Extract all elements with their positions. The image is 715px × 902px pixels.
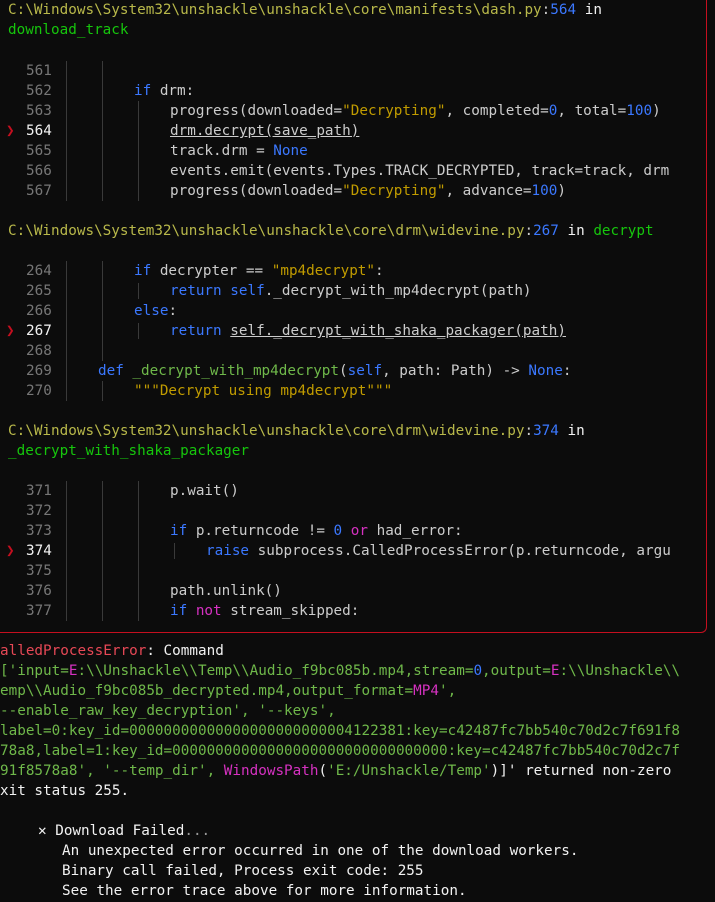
- line-number: 562: [26, 83, 52, 99]
- code-line: p.wait(): [170, 483, 239, 499]
- current-line-marker: ❯: [6, 543, 15, 559]
- code-line-current: drm.decrypt(save_path): [170, 123, 360, 139]
- line-number: 265: [26, 283, 52, 299]
- code-line: track.drm = None: [170, 143, 308, 159]
- code-line: """Decrypt using mp4decrypt""": [134, 383, 393, 399]
- code-line: if p.returncode != 0 or had_error:: [170, 523, 463, 539]
- error-text: ['input=E:\\Unshackle\\Temp\\Audio_f9bc0…: [0, 663, 681, 679]
- error-text: 78a8,label=1:key_id=00000000000000000000…: [0, 743, 680, 759]
- code-line: progress(downloaded="Decrypting", advanc…: [170, 183, 566, 199]
- line-number: 269: [26, 363, 52, 379]
- indent-guide: [66, 481, 67, 621]
- code-line: progress(downloaded="Decrypting", comple…: [170, 103, 661, 119]
- indent-guide: [138, 481, 139, 621]
- line-number-current: 267: [26, 323, 52, 339]
- code-line: return self._decrypt_with_mp4decrypt(pat…: [170, 283, 532, 299]
- frame1-function: download_track: [8, 22, 129, 38]
- code-line: if drm:: [134, 83, 195, 99]
- code-line: if not stream_skipped:: [170, 603, 360, 619]
- line-number: 268: [26, 343, 52, 359]
- line-number-current: 374: [26, 543, 52, 559]
- code-line-current: raise subprocess.CalledProcessError(p.re…: [206, 543, 671, 559]
- line-number-current: 564: [26, 123, 52, 139]
- indent-guide: [66, 261, 67, 401]
- current-line-marker: ❯: [6, 323, 15, 339]
- indent-guide: [138, 283, 139, 299]
- error-text: emp\\Audio_f9bc085b_decrypted.mp4,output…: [0, 683, 457, 699]
- code-line: if decrypter == "mp4decrypt":: [134, 263, 384, 279]
- frame1-path: C:\Windows\System32\unshackle\unshackle\…: [8, 2, 542, 18]
- frame1-location: C:\Windows\System32\unshackle\unshackle\…: [8, 2, 602, 18]
- code-line: events.emit(events.Types.TRACK_DECRYPTED…: [170, 163, 670, 179]
- code-line: def _decrypt_with_mp4decrypt(self, path:…: [98, 363, 572, 379]
- line-number: 567: [26, 183, 52, 199]
- failure-message: An unexpected error occurred in one of t…: [62, 843, 579, 859]
- indent-guide: [102, 61, 103, 201]
- indent-guide: [138, 101, 139, 201]
- line-number: 563: [26, 103, 52, 119]
- frame3-location: C:\Windows\System32\unshackle\unshackle\…: [8, 423, 585, 439]
- line-number: 376: [26, 583, 52, 599]
- line-number: 377: [26, 603, 52, 619]
- error-type: alledProcessError: [0, 643, 147, 659]
- indent-guide: [66, 61, 67, 201]
- line-number: 561: [26, 63, 52, 79]
- line-number: 566: [26, 163, 52, 179]
- error-type-line: alledProcessError: Command: [0, 643, 224, 659]
- current-line-marker: ❯: [6, 123, 15, 139]
- error-text: 91f8578a8', '--temp_dir', WindowsPath('E…: [0, 763, 672, 779]
- indent-guide: [138, 323, 139, 339]
- error-text: label=0:key_id=0000000000000000000000000…: [0, 723, 680, 739]
- line-number: 565: [26, 143, 52, 159]
- code-line: else:: [134, 303, 178, 319]
- frame1-line: 564: [550, 2, 577, 18]
- failure-message: See the error trace above for more infor…: [62, 883, 467, 899]
- line-number: 373: [26, 523, 52, 539]
- terminal-window: C:\Windows\System32\unshackle\unshackle\…: [0, 0, 715, 902]
- line-number: 266: [26, 303, 52, 319]
- indent-guide: [174, 543, 175, 559]
- download-failed-title: ✕ Download Failed...: [38, 823, 211, 839]
- code-line-current: return self._decrypt_with_shaka_packager…: [170, 323, 566, 339]
- line-number: 372: [26, 503, 52, 519]
- line-number: 371: [26, 483, 52, 499]
- code-line: path.unlink(): [170, 583, 282, 599]
- frame2-location: C:\Windows\System32\unshackle\unshackle\…: [8, 223, 654, 239]
- error-text: --enable_raw_key_decryption', '--keys',: [0, 703, 336, 719]
- line-number: 375: [26, 563, 52, 579]
- indent-guide: [102, 481, 103, 621]
- close-icon: ✕: [38, 823, 47, 839]
- line-number: 270: [26, 383, 52, 399]
- indent-guide: [102, 261, 103, 361]
- frame3-function: _decrypt_with_shaka_packager: [8, 443, 250, 459]
- indent-guide: [102, 381, 103, 401]
- error-text: xit status 255.: [0, 783, 130, 799]
- line-number: 264: [26, 263, 52, 279]
- failure-message: Binary call failed, Process exit code: 2…: [62, 863, 424, 879]
